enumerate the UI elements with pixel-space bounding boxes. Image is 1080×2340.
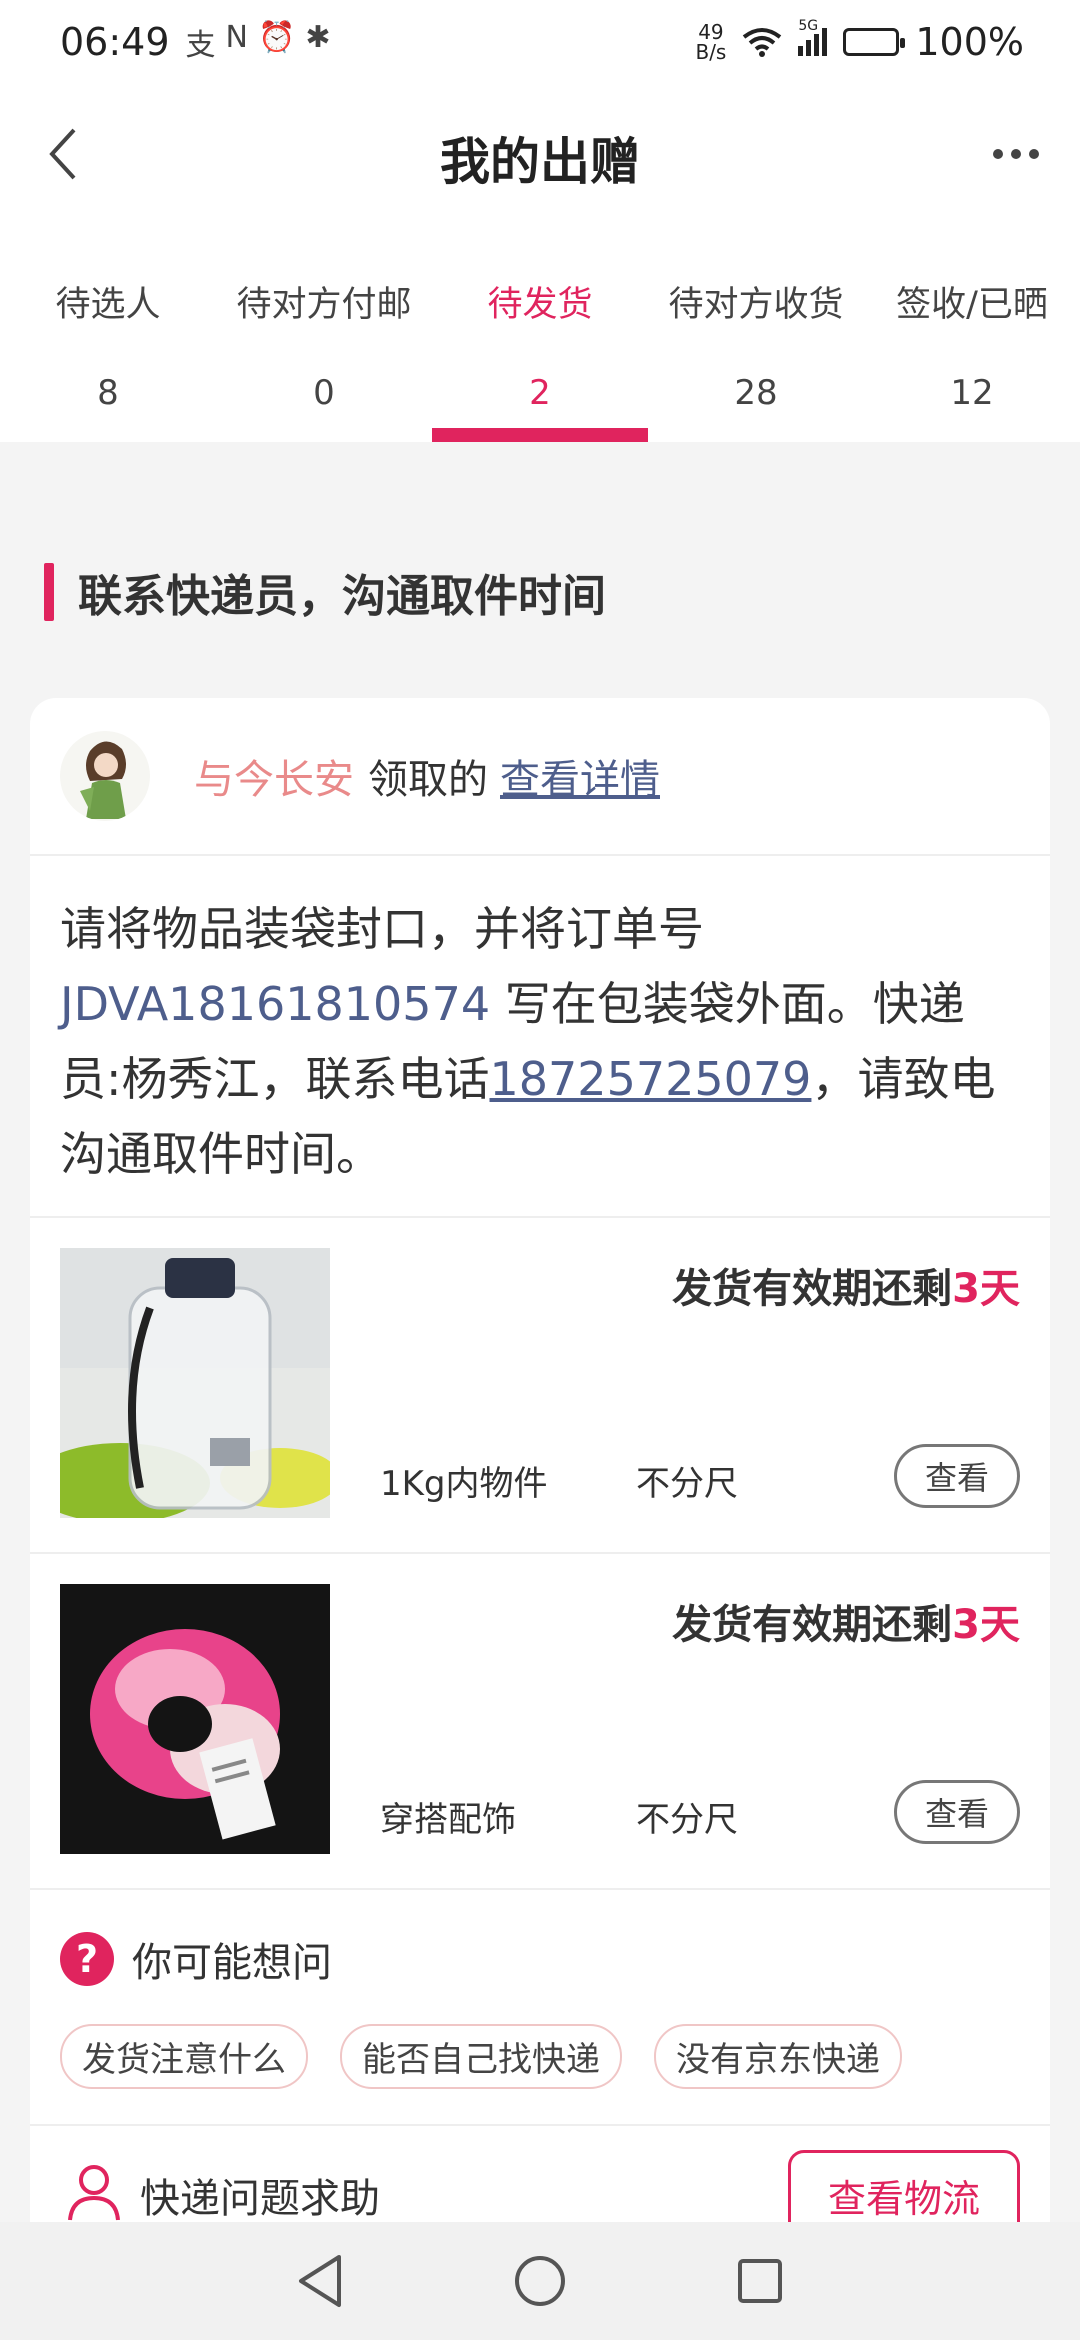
- person-icon: [68, 2165, 120, 2221]
- shipping-deadline: 发货有效期还剩3天: [672, 1602, 1020, 1648]
- question-icon: ?: [60, 1932, 114, 1986]
- view-item-button[interactable]: 查看: [894, 1780, 1020, 1844]
- claim-text: 领取的: [368, 757, 488, 803]
- alipay-icon: 支: [185, 28, 216, 63]
- shipping-instructions: 请将物品装袋封口，并将订单号 JDVA18161810574 写在包装袋外面。快…: [30, 856, 1050, 1218]
- claim-row: 与今长安 领取的 查看详情: [30, 698, 1050, 856]
- view-details-link[interactable]: 查看详情: [500, 747, 660, 805]
- tab-pending-shipment[interactable]: 待发货 2: [432, 224, 648, 442]
- list-item: 发货有效期还剩3天 1Kg内物件 不分尺 查看: [30, 1218, 1050, 1554]
- nav-back-button[interactable]: [285, 2246, 355, 2316]
- tab-pending-postage[interactable]: 待对方付邮 0: [216, 224, 432, 442]
- status-bar: 06:49 支 N ⏰ ✱ 49 B/s 5G 100%: [0, 0, 1080, 84]
- status-tabs: 待选人 8 待对方付邮 0 待发货 2 待对方收货 28 签收/已晒 12: [0, 224, 1080, 442]
- nav-recents-button[interactable]: [725, 2246, 795, 2316]
- order-number: JDVA18161810574: [60, 977, 491, 1031]
- section-accent-bar: [44, 563, 54, 621]
- item-category: 穿搭配饰: [380, 1800, 516, 1840]
- network-speed: 49 B/s: [695, 20, 727, 64]
- item-size: 不分尺: [636, 1800, 738, 1840]
- wifi-icon: [743, 28, 782, 57]
- faq-chip-own-courier[interactable]: 能否自己找快递: [340, 2024, 622, 2089]
- status-right: 49 B/s 5G 100%: [695, 18, 1024, 64]
- faq-chips: 发货注意什么 能否自己找快递 没有京东快递: [60, 2024, 1020, 2089]
- nav-home-button[interactable]: [505, 2246, 575, 2316]
- faq-section: ? 你可能想问 发货注意什么 能否自己找快递 没有京东快递: [30, 1890, 1050, 2126]
- tab-pending-receipt[interactable]: 待对方收货 28: [648, 224, 864, 442]
- system-nav-bar: [0, 2222, 1080, 2340]
- scrunchie-image: [60, 1584, 330, 1854]
- courier-phone-link[interactable]: 18725725079: [490, 1052, 812, 1106]
- item-size: 不分尺: [636, 1464, 738, 1504]
- more-icon: [993, 149, 1003, 159]
- item-thumbnail[interactable]: [60, 1584, 330, 1854]
- battery-icon: [843, 28, 906, 56]
- clock: 06:49: [60, 20, 170, 64]
- triangle-back-icon: [299, 2255, 341, 2307]
- list-item: 发货有效期还剩3天 穿搭配饰 不分尺 查看: [30, 1554, 1050, 1890]
- tab-pending-select[interactable]: 待选人 8: [0, 224, 216, 442]
- bluetooth-icon: ✱: [305, 20, 331, 55]
- notification-icons: 支 N ⏰ ✱: [186, 20, 331, 64]
- view-item-button[interactable]: 查看: [894, 1444, 1020, 1508]
- item-category: 1Kg内物件: [380, 1464, 548, 1504]
- claimer-name[interactable]: 与今长安: [194, 747, 354, 805]
- section-title: 联系快递员，沟通取件时间: [78, 571, 606, 622]
- faq-title: 你可能想问: [132, 1940, 332, 1986]
- battery-percent: 100%: [915, 20, 1024, 64]
- circle-home-icon: [515, 2256, 565, 2306]
- status-left: 06:49 支 N ⏰ ✱: [60, 20, 330, 64]
- tab-received[interactable]: 签收/已晒 12: [864, 224, 1080, 442]
- avatar[interactable]: [60, 731, 150, 821]
- more-options-button[interactable]: [976, 124, 1056, 184]
- nfc-icon: N: [225, 20, 248, 55]
- order-card: 与今长安 领取的 查看详情 请将物品装袋封口，并将订单号 JDVA1816181…: [30, 698, 1050, 2258]
- water-bottle-image: [60, 1248, 330, 1518]
- faq-header: ? 你可能想问: [60, 1930, 1020, 1988]
- faq-chip-shipping-notes[interactable]: 发货注意什么: [60, 2024, 308, 2089]
- cellular-signal-icon: 5G: [798, 18, 828, 56]
- square-recents-icon: [738, 2259, 782, 2303]
- faq-chip-no-jd-courier[interactable]: 没有京东快递: [654, 2024, 902, 2089]
- shipping-deadline: 发货有效期还剩3天: [672, 1266, 1020, 1312]
- page-title: 我的出赠: [440, 133, 640, 191]
- app-header: 我的出赠: [0, 84, 1080, 224]
- alarm-icon: ⏰: [257, 20, 296, 55]
- avatar-image: [60, 731, 150, 821]
- section-heading: 联系快递员，沟通取件时间: [44, 560, 606, 624]
- courier-help-title[interactable]: 快递问题求助: [140, 2166, 380, 2224]
- item-thumbnail[interactable]: [60, 1248, 330, 1518]
